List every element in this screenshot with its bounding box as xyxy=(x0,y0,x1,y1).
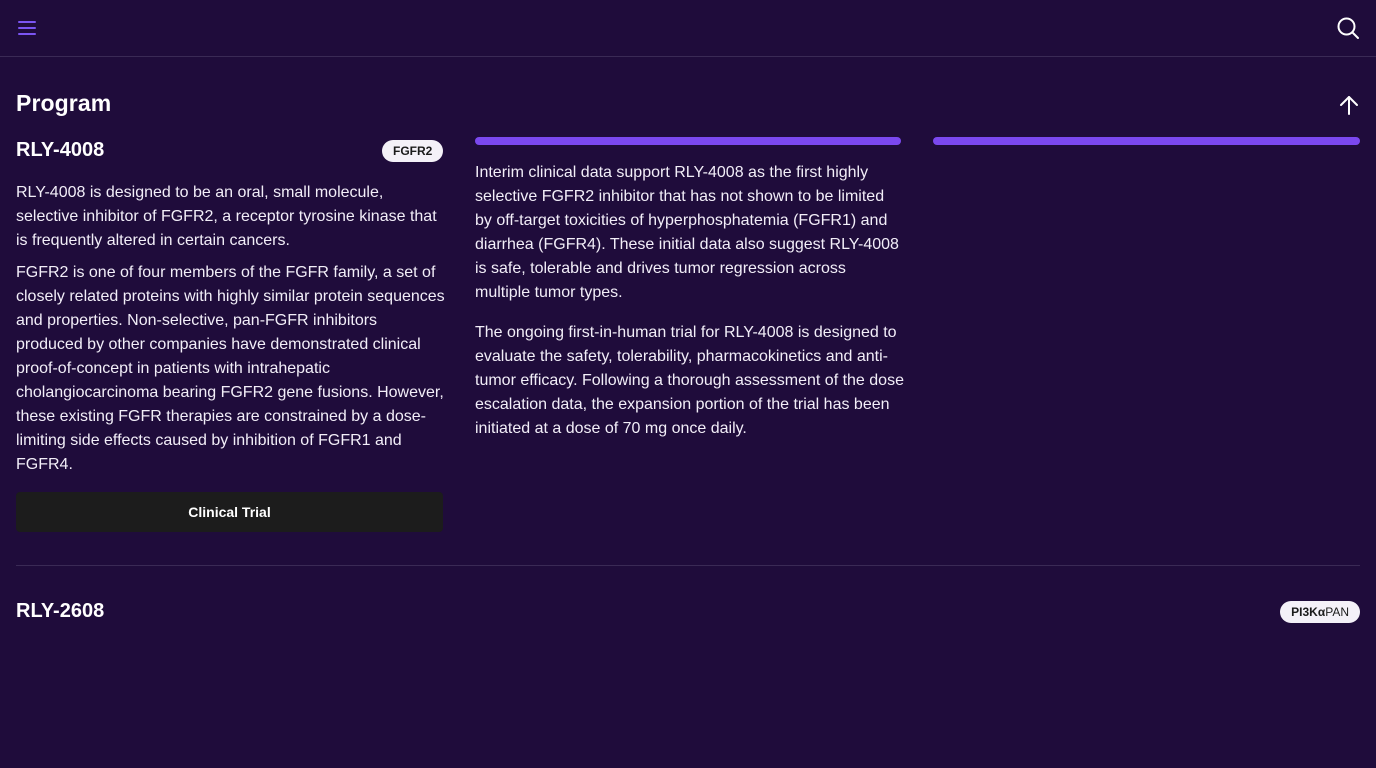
program-description: FGFR2 is one of four members of the FGFR… xyxy=(16,264,445,473)
section-title: Program xyxy=(16,90,112,116)
divider xyxy=(16,565,1360,566)
search-icon[interactable] xyxy=(1336,16,1360,40)
clinical-data-text: The ongoing first-in-human trial for RLY… xyxy=(475,324,904,437)
badge-label-light: PAN xyxy=(1325,605,1349,619)
clinical-data-text: Interim clinical data support RLY-4008 a… xyxy=(475,164,899,301)
program-name: RLY-4008 xyxy=(16,139,105,161)
clinical-trial-button[interactable]: Clinical Trial xyxy=(16,492,443,532)
target-badge: FGFR2 xyxy=(382,140,444,162)
program-description: RLY-4008 is designed to be an oral, smal… xyxy=(16,184,437,249)
badge-label-bold: PI3Kα xyxy=(1291,605,1326,619)
target-badge: PI3KαPAN xyxy=(1280,601,1360,623)
arrow-up-icon[interactable] xyxy=(1338,94,1360,116)
hamburger-menu-icon[interactable] xyxy=(16,18,40,38)
progress-bar xyxy=(475,137,901,145)
top-bar xyxy=(0,0,1376,57)
progress-bar xyxy=(933,137,1360,145)
program-name: RLY-2608 xyxy=(16,600,105,622)
